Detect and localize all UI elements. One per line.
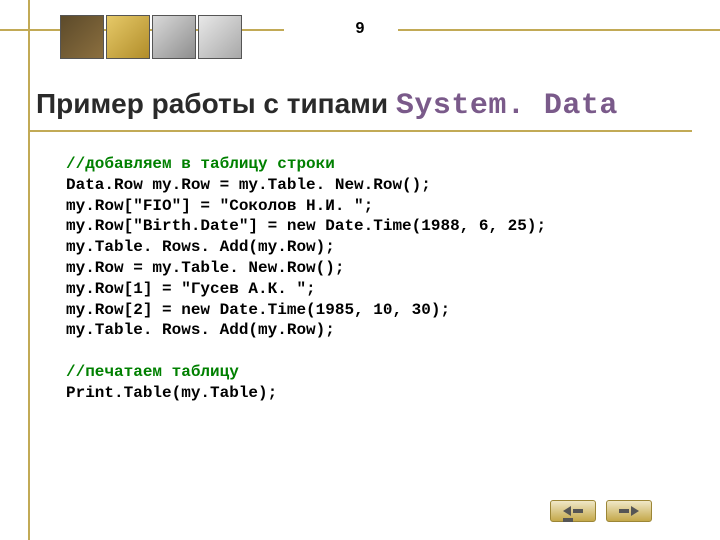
code-comment-2: //печатаем таблицу (66, 363, 239, 381)
title-mono: System. Data (396, 89, 618, 123)
side-rule (28, 0, 30, 540)
code-body-1: Data.Row my.Row = my.Table. New.Row(); m… (66, 176, 546, 340)
arrow-shaft (619, 509, 629, 513)
arrow-shaft (573, 509, 583, 513)
square-2 (106, 15, 150, 59)
square-4 (198, 15, 242, 59)
next-button[interactable] (606, 500, 652, 522)
title-underline (28, 130, 692, 132)
code-block: //добавляем в таблицу строки Data.Row my… (66, 154, 680, 404)
arrow-right-icon (631, 506, 639, 516)
arrow-left-icon (563, 506, 571, 516)
decorative-squares (60, 15, 242, 59)
code-comment-1: //добавляем в таблицу строки (66, 155, 335, 173)
slide-title: Пример работы с типами System. Data (36, 88, 684, 123)
slide: 9 Пример работы с типами System. Data //… (0, 0, 720, 540)
nav-buttons (550, 500, 652, 522)
prev-button[interactable] (550, 500, 596, 522)
code-body-2: Print.Table(my.Table); (66, 384, 277, 402)
title-text: Пример работы с типами (36, 88, 396, 119)
square-1 (60, 15, 104, 59)
square-3 (152, 15, 196, 59)
